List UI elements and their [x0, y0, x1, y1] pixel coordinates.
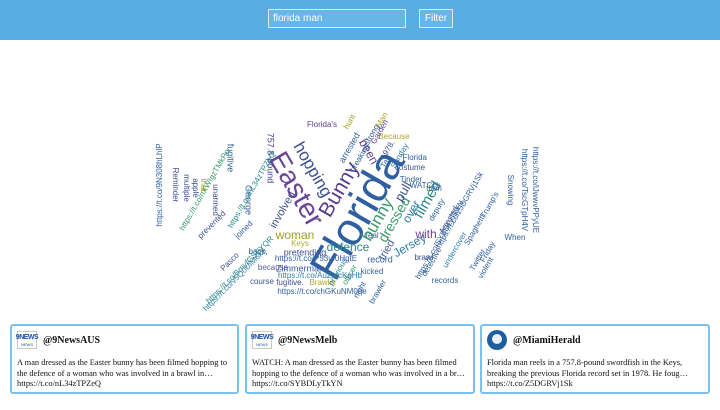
filter-button[interactable]: Filter [419, 9, 453, 28]
logo-subtext: NEWS [256, 341, 268, 347]
logo-text: 9NEWS [250, 333, 274, 341]
cloud-word: https://t.co/TscGTpH4V [520, 149, 529, 232]
cloud-word: 'Florida [401, 153, 428, 162]
tweet-header: @MiamiHerald [487, 330, 703, 350]
tweet-text: Florida man reels in a 757.8-pound sword… [487, 358, 688, 388]
9news-logo-icon: 9NEWS NEWS [15, 331, 39, 349]
tweet-text: WATCH: A man dressed as the Easter bunny… [252, 358, 466, 388]
tweet-card-miamiherald[interactable]: @MiamiHerald Florida man reels in a 757.… [480, 324, 710, 394]
tweet-header: 9NEWS NEWS @9NewsMelb [250, 330, 468, 350]
cloud-word: hunt [342, 112, 358, 131]
miami-herald-logo-icon [487, 330, 507, 350]
tweet-handle[interactable]: @9NewsAUS [43, 335, 100, 346]
cloud-word: real [365, 231, 379, 240]
cloud-word: records [432, 276, 459, 285]
cloud-word: then [426, 184, 442, 193]
cloud-word: Reminder [171, 168, 180, 203]
cloud-word: Florida's [307, 120, 337, 129]
cloud-word: kicked [361, 267, 384, 276]
top-bar: Filter [0, 0, 720, 40]
tweet-handle[interactable]: @9NewsMelb [278, 335, 337, 346]
cloud-word: When [505, 233, 526, 242]
cloud-word: https://t.co/9N308hLhlP [155, 143, 164, 226]
logo-text: 9NEWS [15, 333, 39, 341]
search-input[interactable] [268, 9, 406, 28]
tweet-card-9newsaus[interactable]: 9NEWS NEWS @9NewsAUS A man dressed as th… [10, 324, 239, 394]
tweet-text: A man dressed as the Easter bunny has be… [17, 358, 228, 388]
tweet-card-9newsmelb[interactable]: 9NEWS NEWS @9NewsMelb WATCH: A man dress… [245, 324, 475, 394]
cloud-word: defence [327, 240, 370, 254]
cloud-word: https://t.co/lJwwvPPyUE [531, 147, 540, 233]
tweet-header: 9NEWS NEWS @9NewsAUS [15, 330, 232, 350]
cloud-word: Keys [291, 239, 309, 248]
9news-logo-icon: 9NEWS NEWS [250, 331, 274, 349]
cloud-word: https://t.co/chGKuNM0qe [277, 287, 367, 296]
cloud-word: course [250, 277, 275, 286]
cloud-word: https://t.co/P53uf0HgtE [275, 254, 357, 263]
logo-subtext: NEWS [21, 341, 33, 347]
word-cloud: FloridaEasterBunnyhoppingbunnywomandefen… [155, 111, 540, 313]
tweet-handle[interactable]: @MiamiHerald [513, 335, 581, 346]
cloud-word: with [414, 227, 436, 241]
cloud-word: record [367, 254, 393, 264]
cloud-word: Trump's [479, 190, 501, 219]
cloud-word: multiple [182, 174, 191, 202]
cloud-word: brawler [367, 278, 388, 306]
cloud-word: Snowing [506, 175, 515, 206]
cloud-word: https://t.co/AuZxIcKgHb [278, 271, 363, 280]
